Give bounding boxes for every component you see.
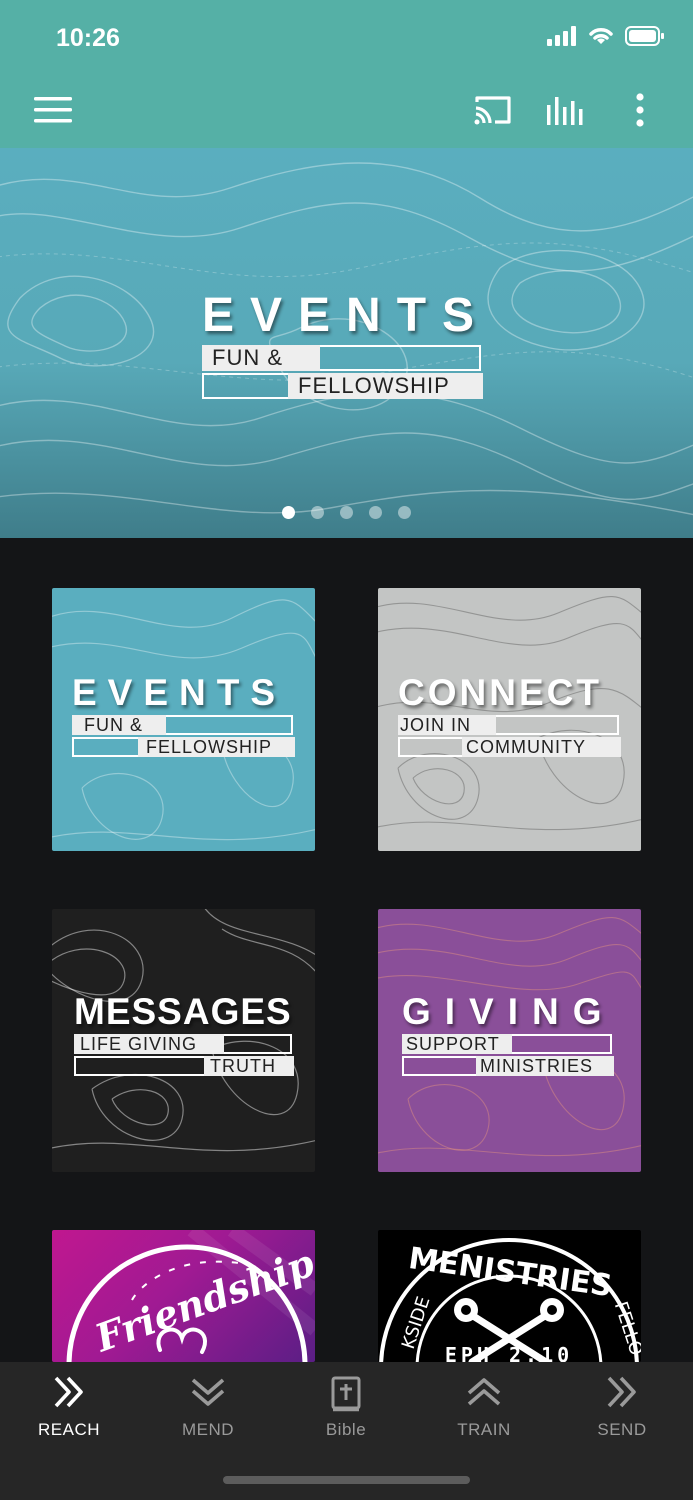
tile-subtitle-box: FUN & [72,715,293,735]
tile-title: MESSAGES [74,991,292,1032]
carousel-dot[interactable] [340,506,353,519]
tile-title: CONNECT [398,672,602,713]
nav-tab-send[interactable]: SEND [562,1376,682,1440]
wifi-icon [589,28,613,44]
carousel-dot[interactable] [311,506,324,519]
tile-subtitle-line2: TRUTH [204,1056,294,1076]
tile-subtitle-line2: FELLOWSHIP [138,737,295,757]
nav-tab-reach[interactable]: REACH [9,1376,129,1440]
tile-subtitle-box: SUPPORT [402,1034,612,1054]
menistries-badge: MENISTRIES KSIDE FELLO EPH 2:10 [379,1238,641,1362]
bible-icon [331,1376,361,1412]
tile-subtitle-box: COMMUNITY [398,737,621,757]
audio-button[interactable] [546,92,586,128]
hero-title: EVENTS [202,289,491,342]
cast-icon [474,96,511,125]
messages-title-block: MESSAGES LIFE GIVING TRUTH [74,991,294,1076]
double-chevron-right-icon [607,1376,636,1408]
tile-subtitle-box: TRUTH [74,1056,294,1076]
hero-carousel[interactable]: EVENTS FUN & FELLOWSHIP [0,148,693,538]
hero-subtitle-line2-box: FELLOWSHIP [202,373,483,399]
tile-friendship[interactable]: Friendship [52,1230,315,1362]
hero-title-block: EVENTS FUN & FELLOWSHIP [202,288,491,399]
double-chevron-up-icon [467,1378,501,1406]
carousel-indicator [0,506,693,519]
badge-title: MENISTRIES [406,1241,614,1304]
tile-subtitle-box: FELLOWSHIP [72,737,295,757]
tile-events[interactable]: EVENTS FUN & FELLOWSHIP [52,588,315,851]
app-screen: 10:26 EVENTS FUN & FELLOWSHIP EVENTS FUN… [0,0,693,1500]
status-time: 10:26 [56,24,120,52]
friendship-artwork: Friendship [66,1230,315,1362]
connect-title-block: CONNECT JOIN IN COMMUNITY [398,672,621,757]
tile-subtitle-line1: FUN & [72,715,166,735]
audio-bars-icon [547,97,583,125]
tile-title: EVENTS [72,672,287,713]
app-bar: 10:26 [0,0,693,148]
events-title-block: EVENTS FUN & FELLOWSHIP [72,672,295,757]
home-indicator[interactable] [223,1476,470,1484]
hero-subtitle-line1-box: FUN & [202,345,481,371]
nav-label: TRAIN [457,1420,511,1439]
nav-label: MEND [181,1420,235,1439]
tile-connect[interactable]: CONNECT JOIN IN COMMUNITY [378,588,641,851]
tile-giving[interactable]: GIVING SUPPORT MINISTRIES [378,909,641,1172]
nav-label: Bible [325,1420,367,1439]
more-button[interactable] [628,92,652,128]
double-chevron-right-icon [54,1376,83,1408]
badge-verse: EPH 2:10 [445,1343,573,1362]
menu-button[interactable] [34,92,72,128]
tile-menistries[interactable]: MENISTRIES KSIDE FELLO EPH 2:10 [378,1230,641,1362]
nav-tab-bible[interactable]: Bible [286,1376,406,1440]
tile-subtitle-line1: JOIN IN [398,715,496,735]
nav-label: REACH [37,1420,100,1439]
double-chevron-down-icon [191,1378,225,1406]
tile-subtitle-line1: LIFE GIVING [74,1034,224,1054]
tile-subtitle-box: LIFE GIVING [74,1034,292,1054]
hero-subtitle-line1: FUN & [202,345,320,371]
hero-subtitle-line2: FELLOWSHIP [288,373,483,399]
tile-subtitle-line2: COMMUNITY [462,737,621,757]
tile-subtitle-line2: MINISTRIES [476,1056,614,1076]
tile-title: GIVING [402,991,616,1032]
tile-subtitle-line1: SUPPORT [402,1034,512,1054]
cast-button[interactable] [472,92,514,128]
status-icons [547,26,665,46]
more-vertical-icon [636,93,644,127]
nav-tab-mend[interactable]: MEND [148,1376,268,1440]
nav-tab-train[interactable]: TRAIN [424,1376,544,1440]
signal-icon [547,26,576,46]
hamburger-icon [34,97,72,123]
carousel-dot[interactable] [282,506,295,519]
nav-label: SEND [597,1420,647,1439]
giving-title-block: GIVING SUPPORT MINISTRIES [402,991,614,1076]
tile-messages[interactable]: MESSAGES LIFE GIVING TRUTH [52,909,315,1172]
badge-ring-right: FELLO [610,1299,641,1358]
tile-subtitle-box: JOIN IN [398,715,619,735]
carousel-dot[interactable] [398,506,411,519]
battery-icon [625,26,664,46]
tile-subtitle-box: MINISTRIES [402,1056,614,1076]
carousel-dot[interactable] [369,506,382,519]
